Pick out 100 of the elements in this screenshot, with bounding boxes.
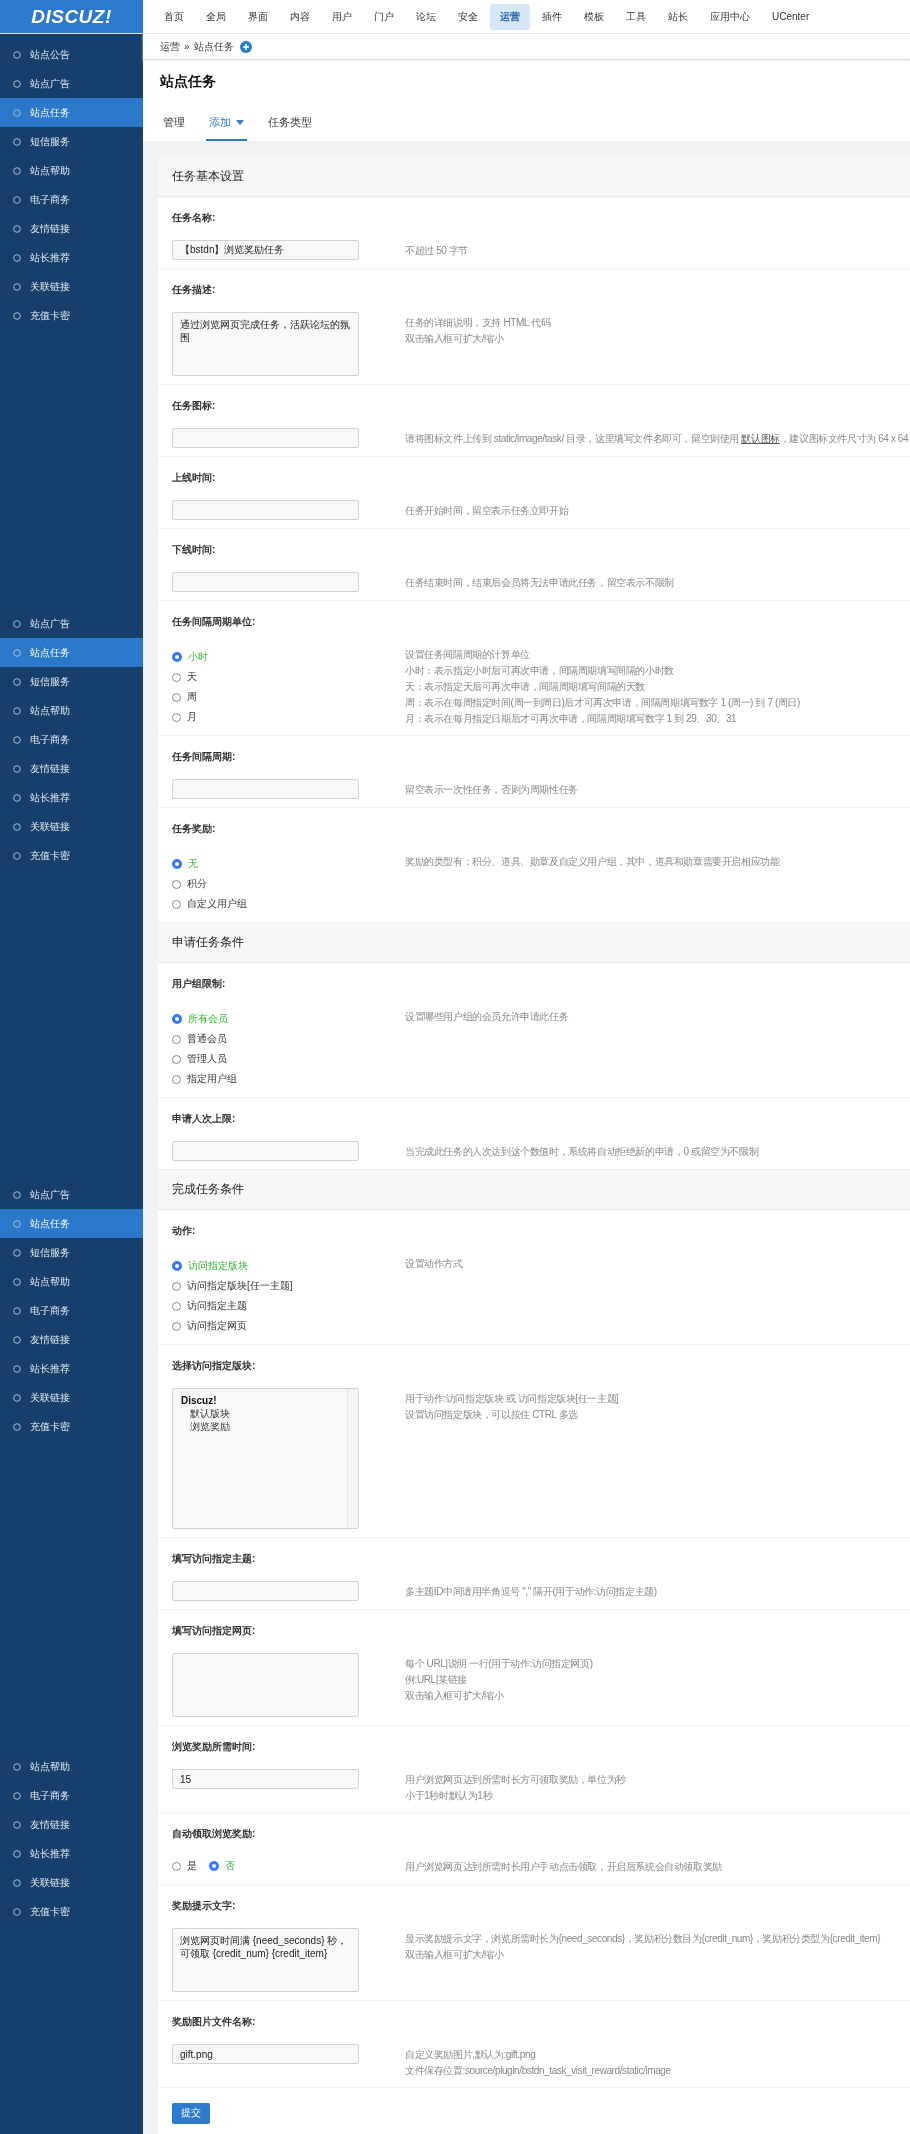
sidebar-item[interactable]: 关联链接: [0, 812, 143, 841]
sidebar-item[interactable]: 站点帮助: [0, 696, 143, 725]
hint-text: 当完成此任务的人次达到这个数值时，系统将自动拒绝新的申请，0 或留空为不限制: [405, 1145, 760, 1159]
radio-option[interactable]: 月: [172, 707, 359, 727]
nav-tab[interactable]: 内容: [280, 3, 320, 30]
default-icon-link[interactable]: 默认图标: [741, 433, 780, 444]
tab[interactable]: 管理: [160, 115, 188, 141]
circle-icon: [13, 1190, 21, 1199]
radio-option[interactable]: 管理人员: [172, 1049, 359, 1069]
field-label: 任务图标:: [172, 399, 217, 413]
nav-tab[interactable]: 全局: [196, 3, 236, 30]
field-label: 任务间隔周期单位:: [172, 615, 257, 629]
input-field[interactable]: [172, 1581, 359, 1601]
sidebar-item[interactable]: 站点公告: [0, 40, 143, 69]
nav-tab[interactable]: 界面: [238, 3, 278, 30]
sidebar-item[interactable]: 站长推荐: [0, 1354, 143, 1383]
sidebar-item[interactable]: 电子商务: [0, 1781, 143, 1810]
radio-option[interactable]: 访问指定主题: [172, 1296, 359, 1316]
sidebar-item[interactable]: 电子商务: [0, 185, 143, 214]
field-label: 上线时间:: [172, 471, 217, 485]
sidebar-item[interactable]: 站长推荐: [0, 783, 143, 812]
nav-tab[interactable]: 运营: [490, 3, 530, 30]
add-icon[interactable]: [239, 40, 252, 53]
nav-tab[interactable]: 首页: [154, 3, 194, 30]
sidebar-item[interactable]: 站点任务: [0, 1209, 143, 1238]
breadcrumb-link[interactable]: 运营: [160, 39, 180, 54]
sidebar-item[interactable]: 短信服务: [0, 667, 143, 696]
logo: DISCUZ!: [31, 5, 112, 28]
input-field[interactable]: [172, 1141, 359, 1161]
sidebar-item[interactable]: 电子商务: [0, 1296, 143, 1325]
sidebar-item[interactable]: 站点广告: [0, 1180, 143, 1209]
nav-tab[interactable]: 应用中心: [700, 3, 760, 30]
sidebar-item[interactable]: 站点帮助: [0, 156, 143, 185]
input-field[interactable]: [172, 572, 359, 592]
radio-option[interactable]: 指定用户组: [172, 1069, 359, 1089]
select-option[interactable]: 默认版块: [181, 1407, 339, 1420]
sidebar-item[interactable]: 电子商务: [0, 725, 143, 754]
input-field[interactable]: [172, 779, 359, 799]
nav-tab[interactable]: 门户: [364, 3, 404, 30]
sidebar-item[interactable]: 充值卡密: [0, 301, 143, 330]
sidebar-item[interactable]: 关联链接: [0, 1383, 143, 1412]
breadcrumb-separator: »: [184, 41, 190, 52]
input-field[interactable]: gift.png: [172, 2044, 359, 2064]
radio-option[interactable]: 普通会员: [172, 1029, 359, 1049]
sidebar-item[interactable]: 站点广告: [0, 609, 143, 638]
radio-option[interactable]: 积分: [172, 874, 359, 894]
hint-text: 显示奖励提示文字，浏览所需时长为{need_seconds}，奖励积分数目为{credit_num}，奖励积分类型为{credit_item}: [405, 1932, 882, 1946]
field-label: 申请人次上限:: [172, 1112, 237, 1126]
radio-option[interactable]: 天: [172, 667, 359, 687]
hint-text: 自定义奖励图片,默认为:gift.png: [405, 2048, 537, 2062]
submit-button[interactable]: 提交: [172, 2102, 210, 2124]
select-option[interactable]: 浏览奖励: [181, 1420, 339, 1433]
sidebar-item[interactable]: 关联链接: [0, 1868, 143, 1897]
sidebar-item[interactable]: 关联链接: [0, 272, 143, 301]
input-field[interactable]: 【bstdn】浏览奖励任务: [172, 240, 359, 260]
sidebar-item[interactable]: 友情链接: [0, 754, 143, 783]
section-title: 完成任务条件: [172, 1181, 244, 1198]
text-area[interactable]: 通过浏览网页完成任务，活跃论坛的氛围: [172, 312, 359, 376]
select-option[interactable]: Discuz!: [181, 1394, 339, 1407]
sidebar-item[interactable]: 充值卡密: [0, 1412, 143, 1441]
input-field[interactable]: 15: [172, 1769, 359, 1789]
nav-tab[interactable]: 论坛: [406, 3, 446, 30]
sidebar-item[interactable]: 站点帮助: [0, 1267, 143, 1296]
sidebar-item[interactable]: 充值卡密: [0, 1897, 143, 1926]
radio-option[interactable]: 自定义用户组: [172, 894, 359, 914]
radio-option[interactable]: 是: [172, 1856, 197, 1876]
sidebar-item[interactable]: 友情链接: [0, 214, 143, 243]
sidebar-item[interactable]: 站点任务: [0, 98, 143, 127]
text-area[interactable]: 浏览网页时间满 {need_seconds} 秒，可领取 {credit_num} {credit_item}: [172, 1928, 359, 1992]
nav-tab[interactable]: 工具: [616, 3, 656, 30]
sidebar-item[interactable]: 短信服务: [0, 127, 143, 156]
hint-text: 任务的详细说明，支持 HTML 代码: [405, 316, 552, 330]
text-area[interactable]: [172, 1653, 359, 1717]
forum-select[interactable]: Discuz! 默认版块 浏览奖励: [172, 1388, 359, 1529]
sidebar-item[interactable]: 友情链接: [0, 1810, 143, 1839]
sidebar-item[interactable]: 短信服务: [0, 1238, 143, 1267]
sidebar-item[interactable]: 站长推荐: [0, 243, 143, 272]
section-title: 任务基本设置: [172, 168, 244, 185]
nav-tab[interactable]: 插件: [532, 3, 572, 30]
nav-tab[interactable]: 站长: [658, 3, 698, 30]
nav-tab[interactable]: 模板: [574, 3, 614, 30]
radio-option[interactable]: 周: [172, 687, 359, 707]
radio-option[interactable]: 访问指定版块[任一主题]: [172, 1276, 359, 1296]
hint-text: 天：表示指定天后可再次申请，间隔周期填写间隔的天数: [405, 680, 646, 694]
input-field[interactable]: [172, 500, 359, 520]
radio-option[interactable]: 访问指定网页: [172, 1316, 359, 1336]
nav-tab[interactable]: 用户: [322, 3, 362, 30]
hint-text: 留空表示一次性任务，否则为周期性任务: [405, 783, 579, 797]
sidebar-item[interactable]: 站点任务: [0, 638, 143, 667]
sidebar-item[interactable]: 充值卡密: [0, 841, 143, 870]
sidebar-item[interactable]: 站点帮助: [0, 1752, 143, 1781]
nav-tab[interactable]: 安全: [448, 3, 488, 30]
tab[interactable]: 任务类型: [265, 115, 315, 141]
hint-text: 任务开始时间，留空表示任务立即开始: [405, 504, 570, 518]
circle-icon: [13, 1393, 21, 1402]
sidebar-item[interactable]: 站长推荐: [0, 1839, 143, 1868]
sidebar-item[interactable]: 友情链接: [0, 1325, 143, 1354]
nav-tab[interactable]: UCenter: [762, 5, 820, 28]
input-field[interactable]: [172, 428, 359, 448]
sidebar-item[interactable]: 站点广告: [0, 69, 143, 98]
